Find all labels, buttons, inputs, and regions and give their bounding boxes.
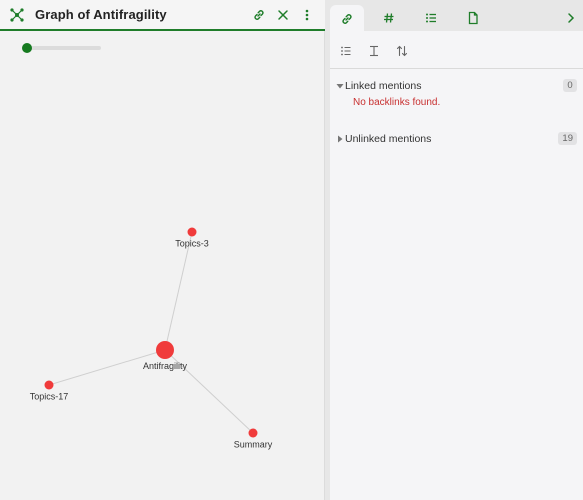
collapse-results-icon [341,46,351,56]
zoom-slider-thumb[interactable] [22,43,32,53]
zoom-slider-track[interactable] [26,46,101,50]
more-options-icon[interactable] [299,7,315,23]
caret-right-icon [338,135,343,143]
close-icon[interactable] [275,7,291,23]
list-icon [426,13,436,23]
right-sidebar: Linked mentions 0 No backlinks found. Un… [330,0,583,500]
backlinks-toolbar [330,37,583,63]
graph-view-header: Graph of Antifragility [0,0,325,31]
chevron-right-icon [568,13,575,23]
toolbar-divider [330,68,583,69]
graph-node-label: Antifragility [143,361,188,371]
sidebar-tab-bar [330,0,583,32]
graph-node[interactable]: Summary [234,428,273,450]
graph-node-dot[interactable] [248,428,258,438]
collapse-sidebar-button[interactable] [560,5,582,31]
graph-node[interactable]: Topics-3 [175,227,209,249]
linked-mentions-label: Linked mentions [345,80,422,92]
backlinks-tab[interactable] [330,5,364,32]
caret-down-icon [336,84,344,89]
header-actions [251,7,315,23]
show-more-context-button[interactable] [365,42,383,60]
graph-view-icon[interactable] [8,6,26,24]
hash-icon [384,13,394,23]
graph-edge [164,231,193,351]
graph-canvas[interactable]: Antifragility Topics-3 Topics-17 Summary [0,60,325,500]
show-more-context-icon [370,45,378,57]
unlinked-mentions-label: Unlinked mentions [345,133,432,145]
graph-zoom-slider[interactable] [22,43,102,53]
graph-node-dot[interactable] [44,380,54,390]
graph-node-dot[interactable] [187,227,197,237]
change-sort-order-button[interactable] [393,42,411,60]
graph-node-label: Topics-17 [30,392,69,402]
file-tab[interactable] [456,5,490,31]
linked-mentions-count: 0 [563,79,577,92]
unlinked-mentions-header[interactable]: Unlinked mentions 19 [330,130,583,148]
tags-tab[interactable] [372,5,406,31]
change-sort-order-icon [396,45,408,57]
link-icon [342,13,352,24]
link-icon[interactable] [251,7,267,23]
graph-node-label: Topics-3 [175,239,209,249]
graph-nodes: Antifragility Topics-3 Topics-17 Summary [30,227,273,450]
graph-view-pane: Graph of Antifragility Antifragility Top… [0,0,325,500]
graph-node-label: Summary [234,440,273,450]
graph-title: Graph of Antifragility [35,7,167,22]
unlinked-mentions-count: 19 [558,132,577,145]
graph-node[interactable]: Antifragility [143,341,188,371]
graph-edges [48,231,254,434]
graph-node-dot[interactable] [156,341,174,359]
graph-node[interactable]: Topics-17 [30,380,69,402]
linked-mentions-header[interactable]: Linked mentions 0 [330,77,583,95]
no-backlinks-message: No backlinks found. [353,97,441,108]
collapse-results-button[interactable] [337,42,355,60]
outline-tab[interactable] [414,5,448,31]
app-window: Graph of Antifragility Antifragility Top… [0,0,583,500]
file-icon [468,11,478,25]
